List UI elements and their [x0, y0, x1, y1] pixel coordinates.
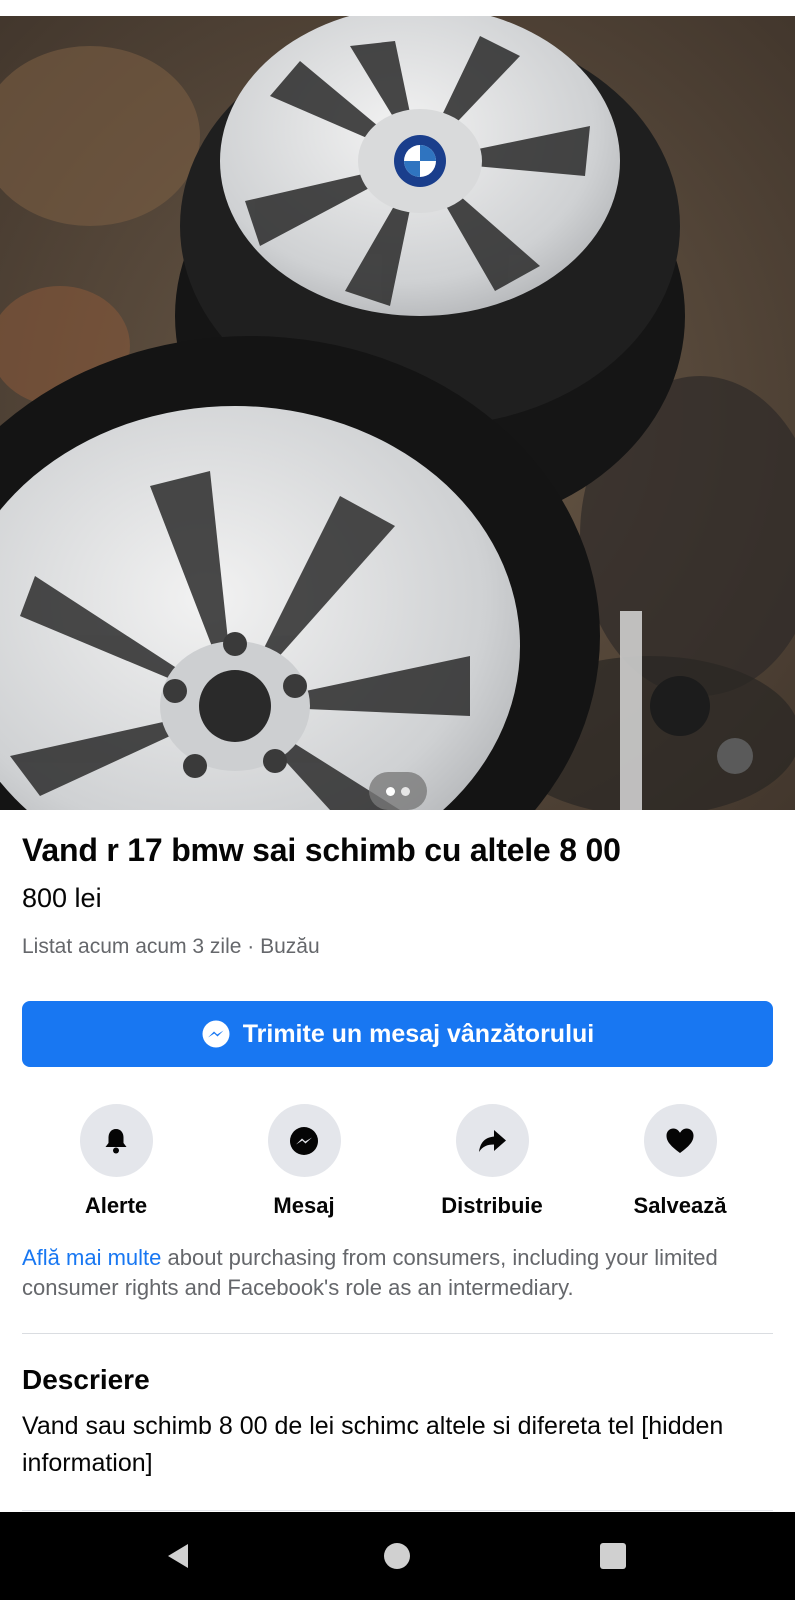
save-button[interactable]: Salvează — [586, 1104, 774, 1219]
message-label: Mesaj — [273, 1193, 335, 1218]
listing-meta: Listat acum acum 3 zile · Buzău — [22, 935, 320, 958]
pager-dot-active — [386, 786, 395, 796]
share-circle — [455, 1104, 529, 1177]
action-row: Alerte Mesaj Distribuie Salvează — [22, 1104, 773, 1224]
share-button[interactable]: Distribuie — [398, 1104, 586, 1219]
alerts-circle — [79, 1104, 153, 1177]
wheels-photo-illustration — [0, 16, 795, 810]
description-heading: Descriere — [22, 1364, 150, 1395]
save-label: Salvează — [633, 1193, 727, 1218]
recents-button[interactable] — [593, 1536, 633, 1576]
gallery-pager[interactable] — [369, 772, 427, 810]
learn-more-link[interactable]: Află mai multe — [22, 1245, 161, 1270]
section-divider — [22, 1333, 773, 1334]
save-circle — [643, 1104, 717, 1177]
recents-icon — [600, 1543, 626, 1569]
message-button[interactable]: Mesaj — [210, 1104, 398, 1219]
pager-dot — [401, 786, 410, 796]
message-seller-label: Trimite un mesaj vânzătorului — [242, 1019, 595, 1048]
back-icon — [168, 1544, 188, 1568]
consumer-rights-notice: Află mai multe about purchasing from con… — [22, 1243, 762, 1303]
alerts-label: Alerte — [84, 1193, 148, 1218]
listing-photo[interactable] — [0, 16, 795, 810]
message-seller-button[interactable]: Trimite un mesaj vânzătorului — [22, 1001, 773, 1067]
listing-title: Vand r 17 bmw sai schimb cu altele 8 00 — [22, 832, 621, 868]
share-label: Distribuie — [441, 1193, 543, 1218]
bell-icon — [105, 1128, 127, 1153]
back-button[interactable] — [159, 1536, 199, 1576]
message-circle — [267, 1104, 341, 1177]
home-button[interactable] — [377, 1536, 417, 1576]
share-icon — [479, 1129, 506, 1152]
description-text: Vand sau schimb 8 00 de lei schimc altel… — [22, 1412, 724, 1477]
heart-icon — [666, 1128, 694, 1153]
system-navigation-bar — [0, 1512, 795, 1600]
messenger-icon — [290, 1126, 318, 1155]
home-icon — [384, 1543, 410, 1569]
status-bar-strip — [0, 0, 795, 16]
messenger-icon — [202, 1020, 230, 1048]
listing-price: 800 lei — [22, 883, 102, 913]
alerts-button[interactable]: Alerte — [22, 1104, 210, 1219]
section-divider-bottom — [22, 1510, 773, 1511]
